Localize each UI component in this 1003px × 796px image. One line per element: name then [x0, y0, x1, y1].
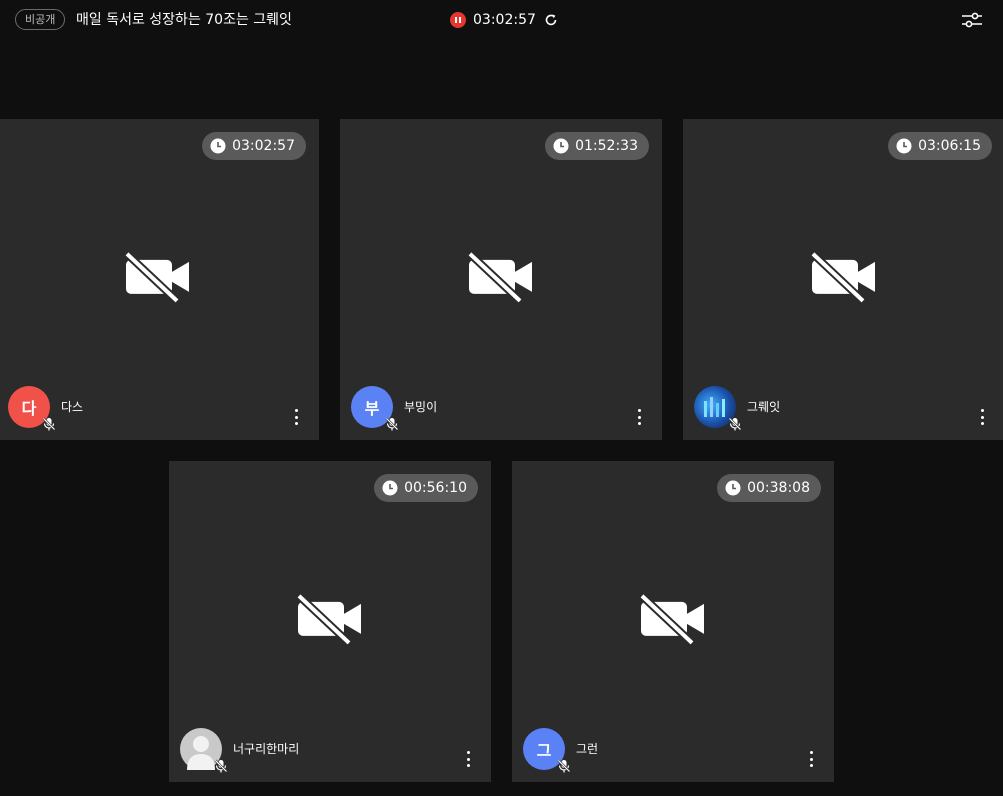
study-time: 01:52:33: [575, 138, 638, 154]
more-options-icon[interactable]: [292, 409, 300, 425]
study-timer-badge: 01:52:33: [545, 132, 649, 160]
mic-off-icon: [557, 759, 571, 773]
study-timer-badge: 00:56:10: [374, 474, 478, 502]
study-time: 00:56:10: [404, 480, 467, 496]
clock-icon: [725, 480, 741, 496]
settings-sliders-icon[interactable]: [961, 10, 983, 30]
camera-off-icon: [811, 250, 875, 303]
participant-name: 그런: [576, 742, 599, 756]
avatar: 다: [8, 386, 56, 431]
avatar-initial: 부: [364, 399, 380, 418]
avatar-default: [180, 728, 228, 773]
participant-name: 너구리한마리: [233, 742, 300, 756]
mic-off-icon: [42, 417, 56, 431]
study-timer-badge: 03:02:57: [202, 132, 306, 160]
avatar: 그: [523, 728, 571, 773]
study-timer-badge: 03:06:15: [888, 132, 992, 160]
city-lights-icon: [704, 397, 725, 417]
more-options-icon[interactable]: [807, 751, 815, 767]
mic-off-icon: [728, 417, 742, 431]
privacy-badge: 비공개: [15, 9, 66, 30]
avatar: 부: [351, 386, 399, 431]
room-title: 매일 독서로 성장하는 70조는 그뤠잇: [76, 12, 292, 28]
mic-off-icon: [214, 759, 228, 773]
camera-off-icon: [640, 592, 704, 645]
camera-off-icon: [125, 250, 189, 303]
participant-tile[interactable]: 03:06:15 그뤠잇: [683, 119, 1003, 440]
participant-name: 그뤠잇: [747, 400, 781, 414]
session-timer-group: 03:02:57: [450, 10, 558, 30]
study-time: 03:02:57: [232, 138, 295, 154]
study-time: 03:06:15: [918, 138, 981, 154]
more-options-icon[interactable]: [978, 409, 986, 425]
camera-off-icon: [297, 592, 361, 645]
clock-icon: [553, 138, 569, 154]
participant-tile[interactable]: 03:02:57 다 다스: [0, 119, 319, 440]
study-time: 00:38:08: [747, 480, 810, 496]
mic-off-icon: [385, 417, 399, 431]
participant-tile[interactable]: 01:52:33 부 부밍이: [340, 119, 662, 440]
participant-name: 다스: [61, 400, 84, 414]
clock-icon: [896, 138, 912, 154]
more-options-icon[interactable]: [464, 751, 472, 767]
avatar-initial: 그: [536, 741, 552, 760]
participant-name: 부밍이: [404, 400, 438, 414]
session-time: 03:02:57: [473, 12, 536, 28]
pause-record-icon[interactable]: [450, 12, 466, 28]
clock-icon: [210, 138, 226, 154]
participant-tile[interactable]: 00:38:08 그 그런: [512, 461, 834, 782]
participant-tile[interactable]: 00:56:10 너구리한마리: [169, 461, 491, 782]
study-timer-badge: 00:38:08: [717, 474, 821, 502]
refresh-icon[interactable]: [544, 13, 558, 27]
more-options-icon[interactable]: [635, 409, 643, 425]
top-bar: 비공개 매일 독서로 성장하는 70조는 그뤠잇 03:02:57: [0, 0, 1003, 40]
avatar-initial: 다: [21, 399, 37, 418]
avatar-photo: [694, 386, 742, 431]
clock-icon: [382, 480, 398, 496]
camera-off-icon: [468, 250, 532, 303]
